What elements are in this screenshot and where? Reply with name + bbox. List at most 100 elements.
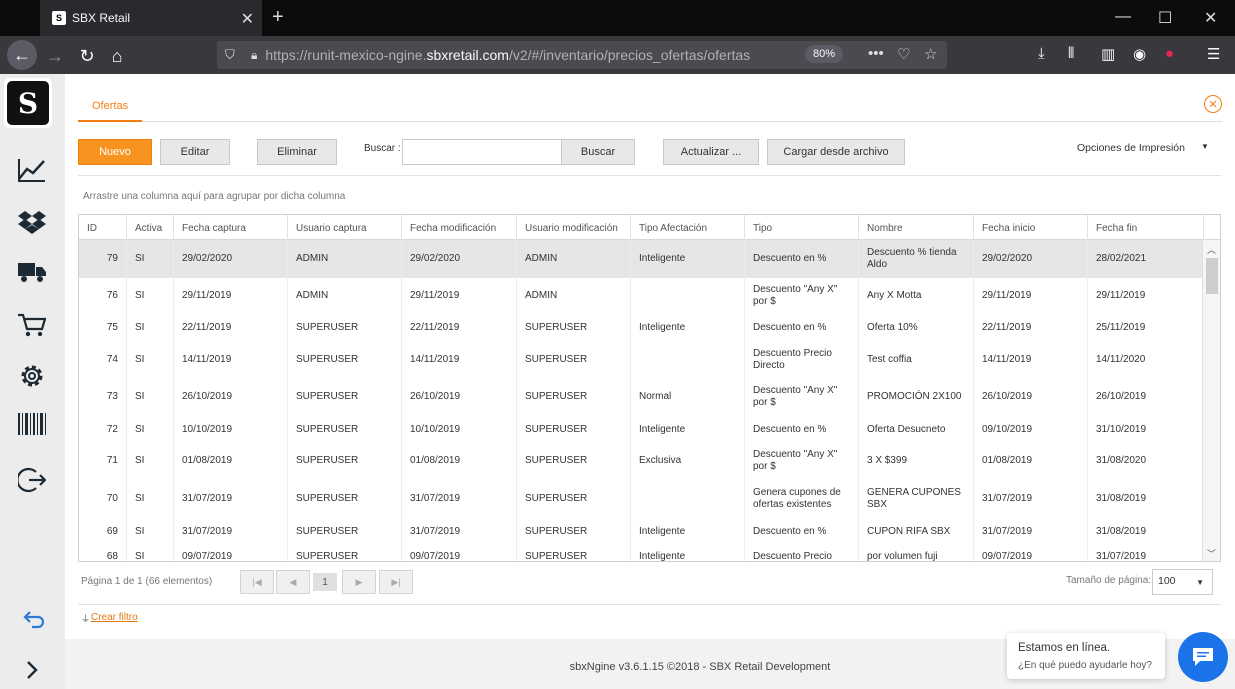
col-fecha-fin-cell: 28/02/2021 bbox=[1088, 240, 1204, 278]
col-usuario-modificacion-header[interactable]: Usuario modificación bbox=[517, 215, 631, 240]
table-row[interactable]: 79 SI 29/02/2020 ADMIN 29/02/2020 ADMIN Inteli… bbox=[79, 240, 1204, 278]
last-page-icon[interactable]: ▶| bbox=[379, 570, 413, 594]
menu-icon[interactable]: ☰ bbox=[1207, 45, 1220, 63]
library-icon[interactable]: ⫴ bbox=[1068, 45, 1074, 62]
back-icon[interactable]: ← bbox=[7, 40, 37, 70]
url-bar[interactable]: ⛉ 🔒︎ https://runit-mexico-ngine. sbxretai… bbox=[217, 41, 947, 69]
print-options-dropdown[interactable]: Opciones de Impresión bbox=[1077, 142, 1185, 154]
chevron-right-icon[interactable] bbox=[14, 652, 50, 688]
barcode-icon[interactable] bbox=[14, 406, 50, 442]
editar-button[interactable]: Editar bbox=[160, 139, 230, 165]
lock-icon[interactable]: 🔒︎ bbox=[251, 48, 257, 63]
pager-summary: Página 1 de 1 (66 elementos) bbox=[81, 576, 213, 587]
table-row[interactable]: 69 SI 31/07/2019 SUPERUSER 31/07/2019 SUPERUS… bbox=[79, 520, 1204, 544]
chat-icon[interactable] bbox=[1178, 632, 1228, 682]
account-icon[interactable]: ◉ bbox=[1133, 45, 1146, 63]
filter-icon: ⏚ bbox=[81, 614, 91, 624]
extension-icon[interactable]: ● bbox=[1165, 45, 1174, 62]
url-path: /v2/#/inventario/precios_ofertas/ofertas bbox=[508, 47, 751, 63]
table-row[interactable]: 71 SI 01/08/2019 SUPERUSER 01/08/2019 SUPERUS… bbox=[79, 444, 1204, 478]
tab-ofertas[interactable]: Ofertas bbox=[78, 92, 143, 122]
col-id-cell: 75 bbox=[79, 314, 127, 342]
browser-tab[interactable]: S SBX Retail ✕ bbox=[40, 0, 262, 36]
col-tipo-cell: Descuento Precio bbox=[745, 544, 859, 561]
gear-icon[interactable] bbox=[14, 358, 50, 394]
prev-page-icon[interactable]: ◀ bbox=[276, 570, 310, 594]
col-fecha-fin-cell: 31/08/2019 bbox=[1088, 478, 1204, 520]
table-row[interactable]: 76 SI 29/11/2019 ADMIN 29/11/2019 ADMIN Descue… bbox=[79, 278, 1204, 314]
col-tipo-header[interactable]: Tipo bbox=[745, 215, 859, 240]
reload-icon[interactable]: ↻ bbox=[74, 43, 100, 69]
page-size-select[interactable]: 100 ▼ bbox=[1152, 569, 1213, 595]
cargar-archivo-button[interactable]: Cargar desde archivo bbox=[767, 139, 905, 165]
col-nombre-header[interactable]: Nombre bbox=[859, 215, 974, 240]
download-icon[interactable]: ⤓ bbox=[1038, 45, 1045, 62]
crear-filtro-link[interactable]: Crear filtro bbox=[91, 612, 138, 623]
col-nombre-cell: Descuento % tienda Aldo bbox=[859, 240, 974, 278]
bookmark-star-icon[interactable]: ☆ bbox=[924, 45, 937, 63]
actualizar-button[interactable]: Actualizar ... bbox=[663, 139, 759, 165]
table-row[interactable]: 72 SI 10/10/2019 SUPERUSER 10/10/2019 SUPERUS… bbox=[79, 416, 1204, 444]
col-activa-header[interactable]: Activa bbox=[127, 215, 174, 240]
table-row[interactable]: 73 SI 26/10/2019 SUPERUSER 26/10/2019 SUPERUS… bbox=[79, 378, 1204, 416]
col-usuario-modificacion-cell: SUPERUSER bbox=[517, 444, 631, 478]
current-page[interactable]: 1 bbox=[313, 573, 337, 591]
table-row[interactable]: 74 SI 14/11/2019 SUPERUSER 14/11/2019 SUPERUS… bbox=[79, 342, 1204, 378]
forward-icon[interactable]: → bbox=[42, 43, 68, 69]
col-usuario-modificacion-cell: SUPERUSER bbox=[517, 342, 631, 378]
pocket-icon[interactable]: ♡ bbox=[897, 45, 910, 63]
window-close-icon[interactable]: ✕ bbox=[1204, 8, 1217, 28]
table-row[interactable]: 68 SI 09/07/2019 SUPERUSER 09/07/2019 SUPERUS… bbox=[79, 544, 1204, 561]
scroll-down-icon[interactable]: ﹀ bbox=[1207, 547, 1216, 560]
col-usuario-captura-header[interactable]: Usuario captura bbox=[288, 215, 402, 240]
undo-icon[interactable] bbox=[14, 602, 50, 638]
col-fecha-captura-header[interactable]: Fecha captura bbox=[174, 215, 288, 240]
col-fecha-captura-cell: 29/02/2020 bbox=[174, 240, 288, 278]
scroll-up-icon[interactable]: ︿ bbox=[1207, 243, 1216, 256]
nuevo-button[interactable]: Nuevo bbox=[78, 139, 152, 165]
app-sidebar: S bbox=[0, 74, 65, 689]
cart-icon[interactable] bbox=[14, 307, 50, 343]
vertical-scrollbar[interactable]: ︿ ﹀ bbox=[1202, 240, 1220, 561]
col-fecha-fin-header[interactable]: Fecha fin bbox=[1088, 215, 1204, 240]
sbx-logo[interactable]: S bbox=[4, 78, 52, 128]
chart-line-icon[interactable] bbox=[14, 152, 50, 188]
eliminar-button[interactable]: Eliminar bbox=[257, 139, 337, 165]
col-fecha-inicio-cell: 22/11/2019 bbox=[974, 314, 1088, 342]
home-icon[interactable]: ⌂ bbox=[104, 43, 130, 69]
page-size-value: 100 bbox=[1158, 575, 1176, 587]
col-fecha-captura-cell: 14/11/2019 bbox=[174, 342, 288, 378]
truck-icon[interactable] bbox=[14, 254, 50, 290]
sidebar-toggle-icon[interactable]: ▥ bbox=[1101, 45, 1115, 63]
col-tipo-afectacion-header[interactable]: Tipo Afectación bbox=[631, 215, 745, 240]
buscar-button[interactable]: Buscar bbox=[561, 139, 635, 165]
col-usuario-modificacion-cell: SUPERUSER bbox=[517, 544, 631, 561]
scroll-thumb[interactable] bbox=[1206, 258, 1218, 294]
chat-bubble[interactable]: Estamos en línea. ¿En qué puedo ayudarle… bbox=[1007, 633, 1165, 679]
dropbox-icon[interactable] bbox=[14, 204, 50, 240]
next-page-icon[interactable]: ▶ bbox=[342, 570, 376, 594]
col-tipo-cell: Descuento "Any X" por $ bbox=[745, 278, 859, 314]
maximize-icon[interactable]: ☐ bbox=[1158, 8, 1172, 28]
more-actions-icon[interactable]: ••• bbox=[868, 45, 884, 62]
minimize-icon[interactable]: — bbox=[1115, 8, 1131, 26]
col-tipo-afectacion-cell: Inteligente bbox=[631, 314, 745, 342]
group-by-hint[interactable]: Arrastre una columna aquí para agrupar p… bbox=[83, 191, 345, 202]
search-input[interactable] bbox=[402, 139, 562, 165]
col-fecha-inicio-cell: 31/07/2019 bbox=[974, 520, 1088, 544]
close-tab-icon[interactable]: ✕ bbox=[241, 9, 254, 29]
table-row[interactable]: 75 SI 22/11/2019 SUPERUSER 22/11/2019 SUPERUS… bbox=[79, 314, 1204, 342]
col-fecha-inicio-header[interactable]: Fecha inicio bbox=[974, 215, 1088, 240]
col-id-header[interactable]: ID bbox=[79, 215, 127, 240]
zoom-indicator[interactable]: 80% bbox=[805, 45, 844, 63]
shield-icon[interactable]: ⛉ bbox=[225, 47, 239, 63]
new-tab-icon[interactable]: + bbox=[272, 6, 284, 29]
table-row[interactable]: 70 SI 31/07/2019 SUPERUSER 31/07/2019 SUPERUS… bbox=[79, 478, 1204, 520]
logout-icon[interactable] bbox=[14, 462, 50, 498]
col-fecha-modificacion-header[interactable]: Fecha modificación bbox=[402, 215, 517, 240]
close-page-icon[interactable]: ✕ bbox=[1204, 95, 1222, 113]
caret-down-icon[interactable]: ▼ bbox=[1201, 142, 1209, 151]
first-page-icon[interactable]: |◀ bbox=[240, 570, 274, 594]
col-usuario-modificacion-cell: ADMIN bbox=[517, 278, 631, 314]
url-prefix: https://runit-mexico-ngine. bbox=[265, 47, 427, 63]
